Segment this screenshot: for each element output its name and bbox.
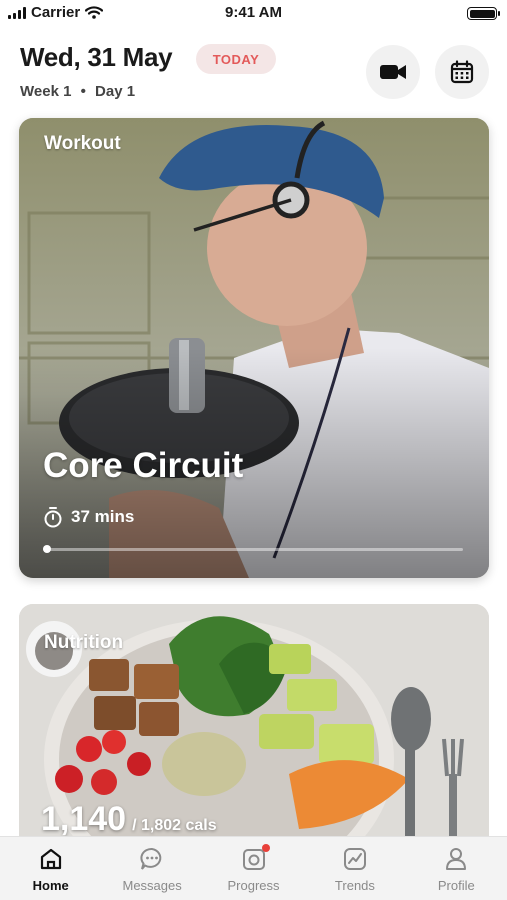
calendar-icon <box>450 60 474 84</box>
workout-card[interactable]: Workout Core Circuit 37 mins <box>19 118 489 578</box>
workout-label: Workout <box>44 133 121 154</box>
workout-duration: 37 mins <box>43 506 134 528</box>
workout-progress-bar[interactable] <box>43 545 463 553</box>
week-label: Week 1 <box>20 83 72 100</box>
page-title: Wed, 31 May <box>20 42 173 72</box>
video-icon <box>380 65 406 79</box>
nutrition-label: Nutrition <box>44 632 124 653</box>
chat-icon <box>140 848 162 870</box>
tab-label-home: Home <box>32 878 69 893</box>
profile-icon <box>446 848 467 870</box>
today-badge[interactable]: TODAY <box>196 44 276 74</box>
calorie-summary: 1,140 / 1,802 cals <box>41 800 217 839</box>
tab-progress[interactable]: Progress <box>203 837 304 900</box>
tab-label-trends: Trends <box>334 878 375 893</box>
duration-text: 37 mins <box>71 507 135 526</box>
status-time: 9:41 AM <box>225 4 282 21</box>
tab-label-messages: Messages <box>122 878 182 893</box>
tab-label-progress: Progress <box>227 878 280 893</box>
trend-icon <box>343 848 366 870</box>
calendar-button[interactable] <box>435 45 489 99</box>
progress-knob[interactable] <box>43 545 51 553</box>
tab-trends[interactable]: Trends <box>304 837 405 900</box>
tab-profile[interactable]: Profile <box>406 837 507 900</box>
workout-title: Core Circuit <box>43 446 244 485</box>
separator-dot: • <box>80 83 86 100</box>
nutrition-card[interactable]: Nutrition 1,140 / 1,802 cals <box>19 604 489 844</box>
battery-icon <box>467 7 500 20</box>
tab-messages[interactable]: Messages <box>101 837 202 900</box>
notification-dot <box>261 844 270 852</box>
stopwatch-icon <box>44 507 62 528</box>
week-day-label: Week 1 • Day 1 <box>20 83 135 100</box>
calories-target: / 1,802 cals <box>132 817 217 834</box>
tab-bar: Home Messages Progress Trends Profile <box>0 836 507 900</box>
tab-home[interactable]: Home <box>0 837 101 900</box>
day-label: Day 1 <box>95 83 136 100</box>
tab-label-profile: Profile <box>437 878 475 893</box>
status-bar: Carrier 9:41 AM <box>0 0 507 28</box>
calories-consumed: 1,140 <box>41 800 127 838</box>
progress-icon-wrap <box>241 844 270 872</box>
video-button[interactable] <box>366 45 420 99</box>
home-icon <box>40 848 61 870</box>
